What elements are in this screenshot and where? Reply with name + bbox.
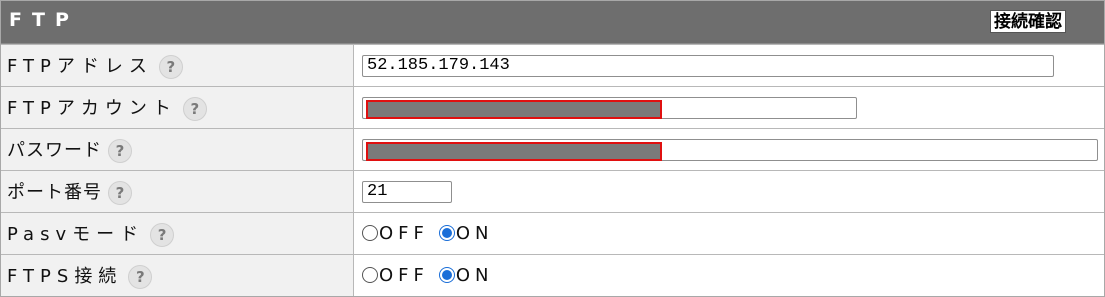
row-port: ポート番号? [1,170,1104,213]
help-icon[interactable]: ? [182,97,207,121]
pasv-on-option[interactable]: ON [438,223,494,244]
redaction-box [366,99,662,119]
radio-on-selected[interactable] [438,267,455,283]
row-ftp-account: FTPアカウント? [1,86,1104,129]
ftps-on-option[interactable]: ON [438,265,494,286]
password-label: パスワード [7,140,102,161]
option-label: OFF [379,223,429,244]
option-label: ON [455,223,494,244]
help-icon[interactable]: ? [108,181,132,205]
ftp-address-input[interactable] [362,54,1054,77]
ftps-label: FTPS接続 [7,266,123,287]
help-icon[interactable]: ? [128,265,153,289]
pasv-mode-label: Pasvモード [7,224,145,245]
section-title: FTP [9,9,79,31]
redaction-box [366,141,662,161]
row-ftps: FTPS接続? OFF ON [1,254,1104,296]
help-icon[interactable]: ? [150,223,175,247]
row-password: パスワード? [1,128,1104,171]
row-ftp-address: FTPアドレス? [1,44,1104,87]
settings-table: FTPアドレス? FTPアカウント? パスワード? [1,44,1104,296]
help-icon[interactable]: ? [158,55,183,79]
option-label: ON [455,265,494,286]
port-label: ポート番号 [7,182,102,203]
connection-check-button[interactable]: 接続確認 [990,10,1066,33]
option-label: OFF [379,265,429,286]
ftps-off-option[interactable]: OFF [362,265,429,286]
pasv-mode-radio-group: OFF ON [353,212,1104,255]
ftp-address-label: FTPアドレス [7,56,153,77]
ftp-account-label: FTPアカウント [7,98,177,119]
pasv-off-option[interactable]: OFF [362,223,429,244]
radio-off[interactable] [362,225,378,241]
section-header: FTP 接続確認 [1,1,1104,44]
port-input[interactable] [362,180,452,203]
radio-on-selected[interactable] [438,225,455,241]
radio-off[interactable] [362,267,378,283]
ftps-radio-group: OFF ON [353,254,1104,296]
ftp-settings-panel: FTP 接続確認 FTPアドレス? FTPアカウント? [0,0,1105,297]
row-pasv-mode: Pasvモード? OFF ON [1,212,1104,255]
help-icon[interactable]: ? [108,139,132,163]
row-label-cell: FTPアドレス? [1,44,354,87]
